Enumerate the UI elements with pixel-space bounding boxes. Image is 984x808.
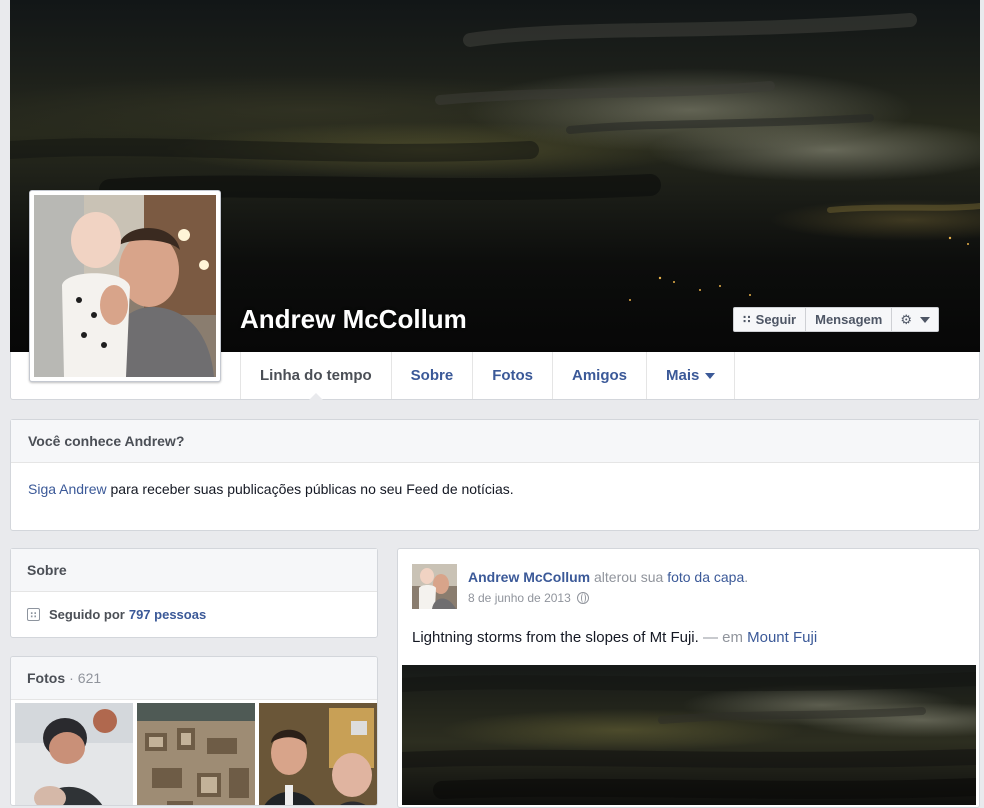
post-photo-clouds	[402, 672, 976, 799]
photo-thumbnail[interactable]	[15, 703, 133, 805]
profile-actions: ∷ Seguir Mensagem ⚙	[733, 307, 939, 332]
about-title: Sobre	[11, 549, 377, 592]
rss-icon: ∷	[743, 314, 751, 326]
photos-card: Fotos · 621	[10, 656, 378, 806]
tab-more-label: Mais	[666, 367, 700, 384]
post-author-link[interactable]: Andrew McCollum	[468, 569, 590, 585]
tab-friends-label: Amigos	[572, 367, 628, 384]
photo-thumbnail-image	[137, 703, 255, 805]
cover-photo-link[interactable]: foto da capa	[667, 569, 744, 585]
photo-thumbnails	[11, 700, 377, 805]
rss-icon: ∷	[27, 608, 40, 621]
photo-thumbnail-image	[259, 703, 377, 805]
post-action-text: alterou sua	[590, 569, 668, 585]
message-button-label: Mensagem	[815, 312, 883, 327]
post-header: Andrew McCollum alterou sua foto da capa…	[468, 569, 748, 585]
followers-row: ∷ Seguido por 797 pessoas	[11, 592, 377, 622]
photos-header: Fotos · 621	[11, 657, 377, 700]
tab-timeline-label: Linha do tempo	[260, 367, 372, 384]
follow-button[interactable]: ∷ Seguir	[733, 307, 807, 332]
post-photo[interactable]	[402, 665, 976, 805]
photos-title-link[interactable]: Fotos	[27, 670, 65, 686]
timeline-post: Andrew McCollum alterou sua foto da capa…	[397, 548, 980, 808]
followers-prefix: Seguido por	[49, 607, 125, 622]
tab-about-label: Sobre	[410, 367, 454, 384]
profile-photo-image	[34, 195, 216, 377]
avatar	[412, 564, 457, 609]
post-timestamp-link[interactable]: 8 de junho de 2013	[468, 591, 571, 605]
message-button[interactable]: Mensagem	[806, 307, 893, 332]
follow-button-label: Seguir	[755, 312, 797, 327]
tab-photos-label: Fotos	[492, 367, 534, 384]
photo-thumbnail[interactable]	[137, 703, 255, 805]
profile-header: Andrew McCollum ∷ Seguir Mensagem ⚙ Linh…	[10, 0, 980, 400]
photos-count: 621	[77, 670, 102, 686]
know-user-title: Você conhece Andrew?	[11, 420, 979, 463]
tab-timeline[interactable]: Linha do tempo	[240, 352, 391, 400]
post-date-row: 8 de junho de 2013	[468, 591, 589, 605]
chevron-down-icon	[705, 372, 716, 379]
know-user-message: Siga Andrew para receber suas publicaçõe…	[11, 463, 979, 497]
post-location-prefix: — em	[698, 629, 748, 646]
post-caption: Lightning storms from the slopes of Mt F…	[412, 629, 699, 646]
profile-tabs: Linha do tempo Sobre Fotos Amigos Mais	[240, 352, 736, 400]
post-author-avatar[interactable]	[412, 564, 457, 609]
photos-separator: ·	[69, 670, 74, 686]
globe-icon[interactable]	[576, 592, 589, 604]
profile-name[interactable]: Andrew McCollum	[240, 304, 467, 335]
tab-more[interactable]: Mais	[646, 352, 736, 399]
know-user-text: para receber suas publicações públicas n…	[106, 481, 514, 497]
tab-about[interactable]: Sobre	[390, 352, 473, 399]
photo-thumbnail-image	[15, 703, 133, 805]
know-user-box: Você conhece Andrew? Siga Andrew para re…	[10, 419, 980, 531]
tab-photos[interactable]: Fotos	[472, 352, 552, 399]
profile-picture[interactable]	[29, 190, 221, 382]
follow-user-link[interactable]: Siga Andrew	[28, 481, 107, 497]
photo-thumbnail[interactable]	[259, 703, 377, 805]
tab-friends[interactable]: Amigos	[552, 352, 646, 399]
settings-menu-button[interactable]: ⚙	[892, 307, 939, 332]
about-card: Sobre ∷ Seguido por 797 pessoas	[10, 548, 378, 638]
gear-icon: ⚙	[900, 311, 912, 327]
chevron-down-icon	[919, 316, 930, 323]
post-action-end: .	[744, 569, 749, 585]
post-location-link[interactable]: Mount Fuji	[747, 629, 817, 646]
post-text: Lightning storms from the slopes of Mt F…	[412, 629, 817, 646]
followers-count-link[interactable]: 797 pessoas	[129, 607, 206, 622]
